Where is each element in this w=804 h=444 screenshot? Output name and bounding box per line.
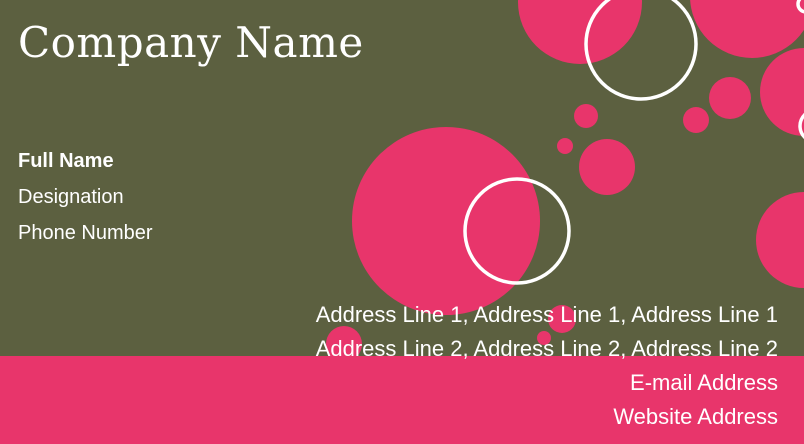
phone-number: Phone Number [18,222,153,244]
address-line-1: Address Line 1, Address Line 1, Address … [315,302,778,327]
bubble [756,192,804,288]
bubble [683,107,709,133]
bubble [574,104,598,128]
address-line-2: Address Line 2, Address Line 2, Address … [315,336,778,361]
full-name: Full Name [18,150,114,172]
company-name: Company Name [18,18,364,67]
bubble [690,0,804,58]
bubble [709,77,751,119]
designation: Designation [18,186,124,208]
bubble [518,0,642,64]
bubble [579,139,635,195]
email-address: E-mail Address [630,370,778,395]
business-card: Company Name Full Name Designation Phone… [0,0,804,444]
bubble [760,48,804,136]
bubble [557,138,573,154]
website-address: Website Address [613,404,778,429]
bubble [352,127,540,315]
